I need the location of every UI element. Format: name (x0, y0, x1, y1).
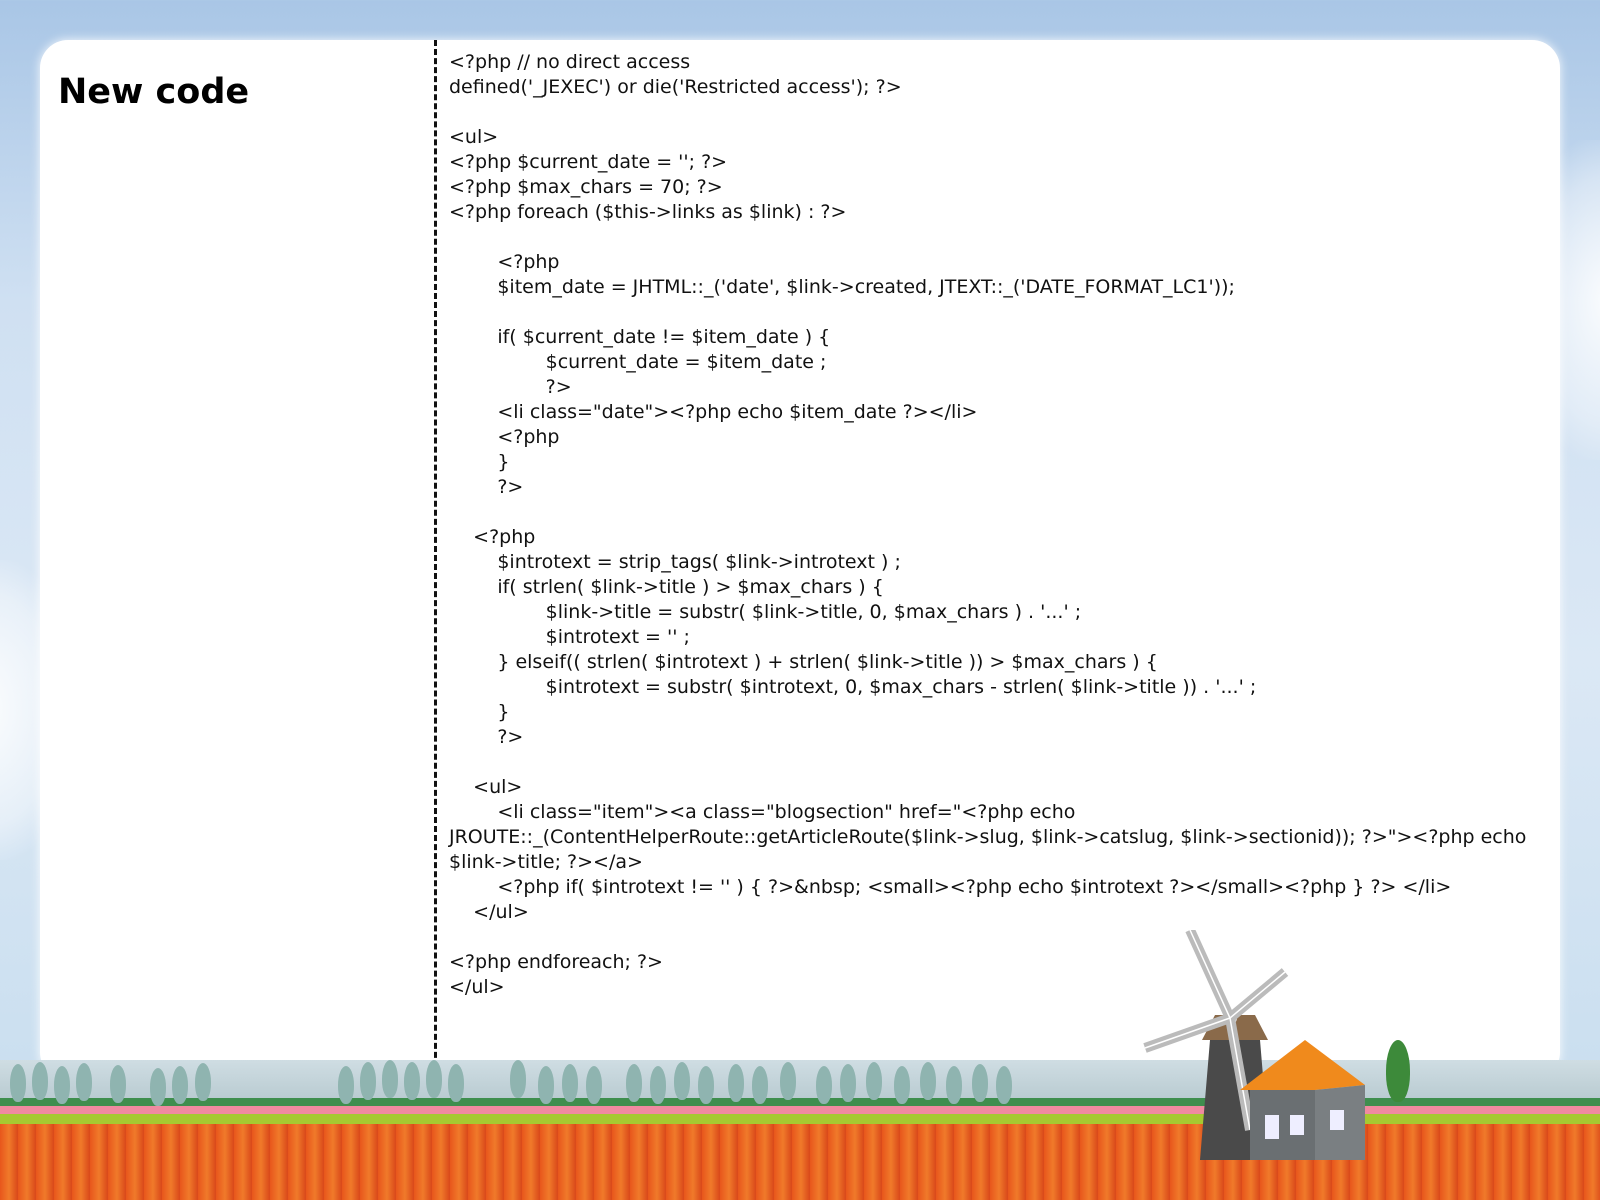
tree-icon (195, 1063, 211, 1101)
tree-icon (894, 1066, 910, 1104)
tree-icon (448, 1064, 464, 1102)
tree-icon (54, 1066, 70, 1104)
tree-icon (404, 1062, 420, 1100)
windmill-icon (1143, 930, 1365, 1160)
tree-icon (866, 1062, 882, 1100)
tree-icon (510, 1060, 526, 1098)
tree-icon (728, 1064, 744, 1102)
tree-icon (338, 1066, 354, 1104)
tree-icon (538, 1066, 554, 1104)
tree-icon (626, 1064, 642, 1102)
php-code-block: <?php // no direct access defined('_JEXE… (449, 51, 1527, 998)
tree-icon (840, 1064, 856, 1102)
tree-icon (674, 1062, 690, 1100)
tree-icon (972, 1064, 988, 1102)
tree-icon (10, 1064, 26, 1102)
tree-icon (946, 1066, 962, 1104)
tree-icon (586, 1066, 602, 1104)
tree-icon (650, 1066, 666, 1104)
column-divider (434, 40, 437, 1085)
tree-icon (360, 1062, 376, 1100)
tree-icon (32, 1062, 48, 1100)
tree-icon (780, 1062, 796, 1100)
tree-icon (816, 1066, 832, 1104)
tree-icon (752, 1066, 768, 1104)
tree-icon (172, 1066, 188, 1104)
tree-icon (110, 1065, 126, 1103)
tree-icon (150, 1068, 166, 1106)
tree-icon (76, 1063, 92, 1101)
slide-title: New code (58, 72, 250, 112)
tree-icon (426, 1060, 442, 1098)
tree-icon (382, 1060, 398, 1098)
tree-icon (698, 1066, 714, 1104)
tree-icon (920, 1062, 936, 1100)
tree-icon (562, 1064, 578, 1102)
tree-icon (996, 1066, 1012, 1104)
